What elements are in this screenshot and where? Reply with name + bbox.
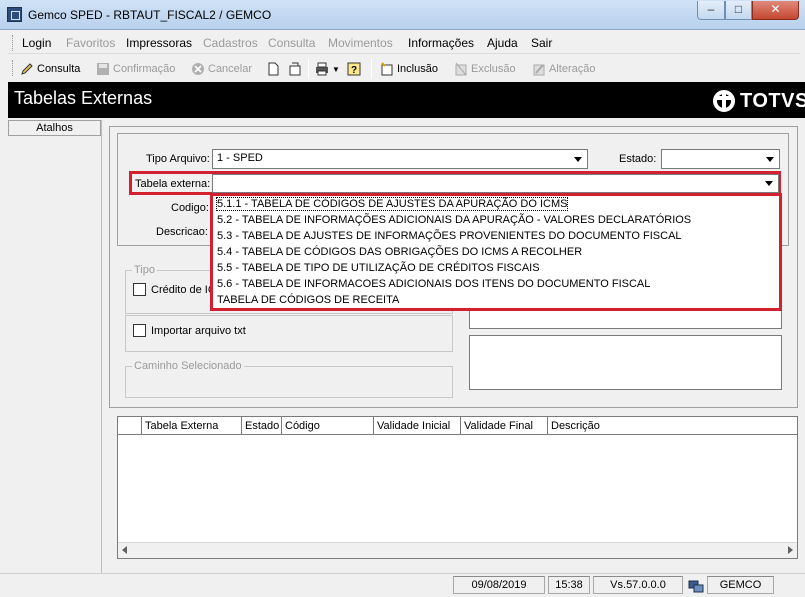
new-document-button[interactable] [266, 60, 283, 78]
horizontal-scrollbar[interactable] [118, 542, 797, 558]
column-header[interactable]: Estado [242, 417, 282, 435]
credito-checkbox[interactable] [133, 283, 146, 296]
info-textbox-bottom[interactable] [469, 335, 782, 390]
minimize-button[interactable]: – [697, 1, 725, 20]
sidebar: Atalhos [8, 120, 102, 574]
status-bar: 09/08/2019 15:38 Vs.57.0.0.0 GEMCO [0, 573, 805, 596]
menu-impressoras[interactable]: Impressoras [126, 36, 192, 50]
printer-icon [315, 62, 329, 76]
chevron-down-icon[interactable] [762, 151, 778, 167]
tabela-externa-select[interactable] [212, 174, 779, 193]
svg-text:?: ? [351, 65, 357, 76]
pencil-icon [20, 62, 34, 76]
alteracao-label: Alteração [549, 63, 596, 75]
print-button[interactable]: ▼ [315, 60, 340, 78]
tabela-externa-label: Tabela externa: [135, 178, 211, 190]
title-bar: Gemco SPED - RBTAUT_FISCAL2 / GEMCO – □ … [0, 0, 805, 30]
document-icon [266, 62, 280, 76]
open-button[interactable] [288, 60, 305, 78]
status-time: 15:38 [548, 576, 590, 594]
codigo-label: Codigo: [171, 202, 209, 214]
menu-login[interactable]: Login [22, 36, 51, 50]
grid-row-selector-header [118, 417, 142, 435]
descricao-label: Descricao: [156, 226, 208, 238]
close-button[interactable]: ✕ [752, 1, 799, 20]
alteracao-button[interactable]: Alteração [532, 60, 595, 78]
toolbar: Consulta Confirmação Cancelar ▼ ? Inclus… [8, 56, 608, 80]
toolbar-separator [371, 59, 372, 79]
estado-label: Estado: [619, 153, 657, 165]
tipo-legend: Tipo [132, 264, 157, 276]
logo-text: TOTVS [740, 90, 805, 112]
window-title: Gemco SPED - RBTAUT_FISCAL2 / GEMCO [28, 8, 272, 22]
confirmacao-label: Confirmação [113, 63, 176, 75]
status-version: Vs.57.0.0.0 [593, 576, 683, 594]
add-record-icon [380, 62, 394, 76]
edit-record-icon [532, 62, 546, 76]
column-header[interactable]: Validade Final [461, 417, 548, 435]
menu-movimentos[interactable]: Movimentos [328, 36, 393, 50]
dropdown-highlight [210, 193, 782, 311]
chevron-down-icon[interactable] [570, 151, 586, 167]
status-user: GEMCO [707, 576, 774, 594]
confirmacao-button[interactable]: Confirmação [96, 60, 175, 78]
menu-ajuda[interactable]: Ajuda [487, 36, 518, 50]
column-header[interactable]: Validade Inicial [374, 417, 461, 435]
exclusao-button[interactable]: Exclusão [454, 60, 516, 78]
estado-select[interactable] [661, 149, 780, 169]
status-date: 09/08/2019 [453, 576, 545, 594]
cancelar-label: Cancelar [208, 63, 253, 75]
data-grid[interactable]: Tabela Externa Estado Código Validade In… [117, 416, 798, 559]
delete-record-icon [454, 62, 468, 76]
menu-bar: Login Favoritos Impressoras Cadastros Co… [8, 32, 800, 54]
menu-informacoes[interactable]: Informações [408, 36, 474, 50]
menu-favoritos[interactable]: Favoritos [66, 36, 115, 50]
importar-checkbox[interactable] [133, 324, 146, 337]
tipo-arquivo-value: 1 - SPED [217, 152, 263, 164]
caminho-legend: Caminho Selecionado [132, 360, 244, 372]
scroll-right-icon[interactable] [788, 546, 793, 554]
column-header[interactable]: Tabela Externa [142, 417, 242, 435]
toolbar-separator [308, 59, 309, 79]
app-icon [7, 7, 22, 22]
consulta-button[interactable]: Consulta [20, 60, 80, 78]
cancelar-button[interactable]: Cancelar [191, 60, 252, 78]
chevron-down-icon: ▼ [332, 64, 340, 74]
menu-cadastros[interactable]: Cadastros [203, 36, 258, 50]
inclusao-button[interactable]: Inclusão [380, 60, 438, 78]
totvs-logo-icon [713, 90, 735, 112]
save-icon [96, 62, 110, 76]
grid-header: Tabela Externa Estado Código Validade In… [118, 417, 797, 435]
cancel-icon [191, 62, 205, 76]
chevron-down-icon[interactable] [761, 175, 777, 191]
credito-label: Crédito de IC [151, 284, 216, 296]
inclusao-label: Inclusão [397, 63, 438, 75]
consulta-label: Consulta [37, 63, 81, 75]
importar-label: Importar arquivo txt [151, 325, 246, 337]
menu-sair[interactable]: Sair [531, 36, 552, 50]
exclusao-label: Exclusão [471, 63, 516, 75]
help-button[interactable]: ? [347, 60, 364, 78]
open-document-icon [288, 62, 302, 76]
page-title: Tabelas Externas [14, 88, 153, 108]
column-header[interactable]: Código [282, 417, 374, 435]
page-header: Tabelas Externas TOTVS [8, 82, 805, 118]
maximize-button[interactable]: □ [725, 1, 752, 20]
help-icon: ? [347, 62, 361, 76]
tipo-arquivo-label: Tipo Arquivo: [146, 153, 210, 165]
menu-consulta[interactable]: Consulta [268, 36, 315, 50]
toolbar-grip [12, 60, 15, 76]
atalhos-button[interactable]: Atalhos [8, 120, 101, 136]
tipo-arquivo-select[interactable]: 1 - SPED [212, 149, 588, 169]
scroll-left-icon[interactable] [122, 546, 127, 554]
column-header[interactable]: Descrição [548, 417, 797, 435]
network-icon [688, 578, 704, 594]
menu-grip [12, 35, 15, 51]
